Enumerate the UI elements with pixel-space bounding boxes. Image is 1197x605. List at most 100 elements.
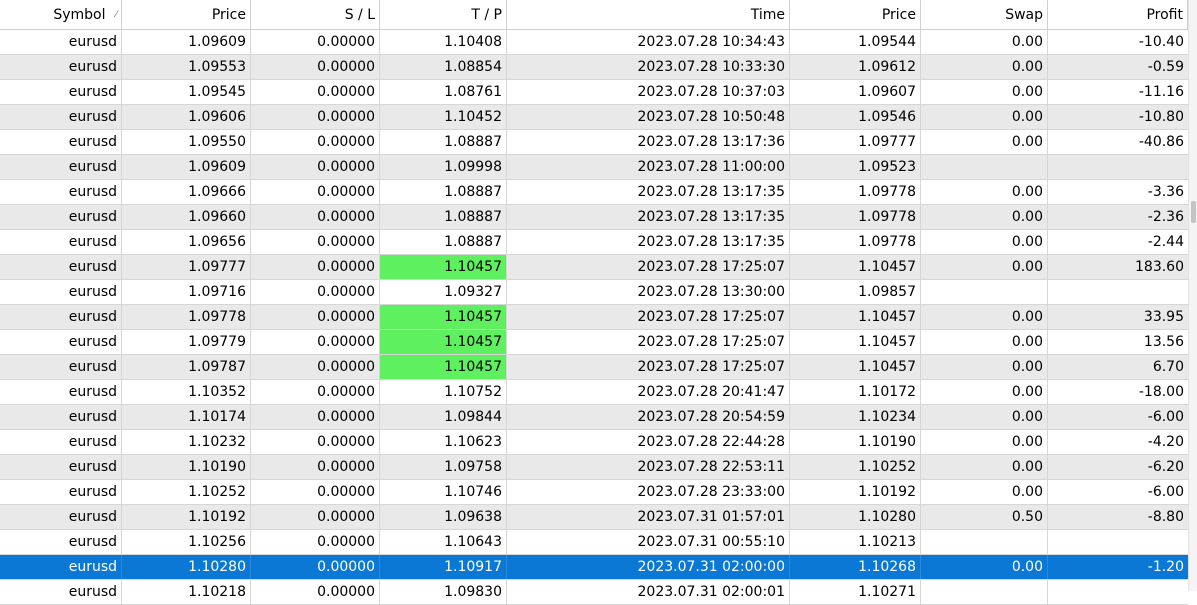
cell-tp: 1.10746 <box>380 480 507 504</box>
cell-swap: 0.00 <box>921 230 1048 254</box>
cell-sl: 0.00000 <box>251 205 380 229</box>
column-header-tp[interactable]: T / P <box>380 0 507 29</box>
cell-swap <box>921 580 1048 604</box>
table-row[interactable]: eurusd 1.09660 0.00000 1.08887 2023.07.28 13… <box>0 205 1188 230</box>
table-row[interactable]: eurusd 1.10218 0.00000 1.09830 2023.07.31 02… <box>0 580 1188 605</box>
cell-swap: 0.00 <box>921 305 1048 329</box>
cell-open-price: 1.10280 <box>122 555 251 579</box>
cell-time: 2023.07.28 13:17:35 <box>507 180 790 204</box>
table-row[interactable]: eurusd 1.09656 0.00000 1.08887 2023.07.28 13… <box>0 230 1188 255</box>
table-row[interactable]: eurusd 1.09609 0.00000 1.10408 2023.07.28 10… <box>0 30 1188 55</box>
cell-time: 2023.07.28 13:17:35 <box>507 230 790 254</box>
cell-time: 2023.07.28 22:53:11 <box>507 455 790 479</box>
table-row[interactable]: eurusd 1.10252 0.00000 1.10746 2023.07.28 23… <box>0 480 1188 505</box>
cell-swap <box>921 155 1048 179</box>
table-row[interactable]: eurusd 1.10232 0.00000 1.10623 2023.07.28 22… <box>0 430 1188 455</box>
cell-swap: 0.00 <box>921 80 1048 104</box>
cell-close-price: 1.09544 <box>790 30 921 54</box>
cell-time: 2023.07.28 22:44:28 <box>507 430 790 454</box>
cell-tp: 1.08854 <box>380 55 507 79</box>
table-row[interactable]: eurusd 1.09778 0.00000 1.10457 2023.07.28 17… <box>0 305 1188 330</box>
table-row[interactable]: eurusd 1.09550 0.00000 1.08887 2023.07.28 13… <box>0 130 1188 155</box>
table-row[interactable]: eurusd 1.10192 0.00000 1.09638 2023.07.31 01… <box>0 505 1188 530</box>
column-header-time[interactable]: Time <box>507 0 790 29</box>
cell-swap: 0.00 <box>921 330 1048 354</box>
column-header-price[interactable]: Price <box>122 0 251 29</box>
cell-symbol: eurusd <box>0 155 122 179</box>
vertical-scrollbar[interactable] <box>1188 0 1197 591</box>
cell-close-price: 1.10192 <box>790 480 921 504</box>
cell-symbol: eurusd <box>0 280 122 304</box>
cell-sl: 0.00000 <box>251 30 380 54</box>
cell-swap: 0.00 <box>921 130 1048 154</box>
cell-profit <box>1048 280 1188 304</box>
table-header: Symbol ⁄ Price S / L T / P Time Price Swa… <box>0 0 1188 30</box>
column-header-close-price[interactable]: Price <box>790 0 921 29</box>
cell-close-price: 1.10457 <box>790 305 921 329</box>
table-row[interactable]: eurusd 1.09609 0.00000 1.09998 2023.07.28 11… <box>0 155 1188 180</box>
cell-open-price: 1.09606 <box>122 105 251 129</box>
cell-close-price: 1.09778 <box>790 205 921 229</box>
cell-close-price: 1.10457 <box>790 330 921 354</box>
column-header-profit[interactable]: Profit <box>1048 0 1188 29</box>
cell-profit: 33.95 <box>1143 309 1184 325</box>
cell-swap: 0.00 <box>921 430 1048 454</box>
cell-swap: 0.00 <box>921 205 1048 229</box>
cell-profit: 183.60 <box>1135 259 1184 275</box>
cell-symbol: eurusd <box>0 55 122 79</box>
cell-swap: 0.00 <box>921 380 1048 404</box>
table-row[interactable]: eurusd 1.09553 0.00000 1.08854 2023.07.28 10… <box>0 55 1188 80</box>
cell-profit: 13.56 <box>1143 334 1184 350</box>
cell-symbol: eurusd <box>0 530 122 554</box>
cell-close-price: 1.09546 <box>790 105 921 129</box>
table-row[interactable]: eurusd 1.09666 0.00000 1.08887 2023.07.28 13… <box>0 180 1188 205</box>
column-header-sl[interactable]: S / L <box>251 0 380 29</box>
table-row[interactable]: eurusd 1.09777 0.00000 1.10457 2023.07.28 17… <box>0 255 1188 280</box>
cell-tp: 1.08761 <box>380 80 507 104</box>
cell-symbol: eurusd <box>0 355 122 379</box>
cell-sl: 0.00000 <box>251 405 380 429</box>
cell-swap: 0.00 <box>921 30 1048 54</box>
cell-symbol: eurusd <box>0 230 122 254</box>
table-row[interactable]: eurusd 1.09545 0.00000 1.08761 2023.07.28 10… <box>0 80 1188 105</box>
cell-symbol: eurusd <box>0 330 122 354</box>
cell-tp: 1.09638 <box>380 505 507 529</box>
cell-open-price: 1.09656 <box>122 230 251 254</box>
cell-symbol: eurusd <box>0 455 122 479</box>
cell-symbol: eurusd <box>0 80 122 104</box>
cell-sl: 0.00000 <box>251 380 380 404</box>
cell-swap: 0.00 <box>921 105 1048 129</box>
cell-tp: 1.08887 <box>380 130 507 154</box>
cell-swap: 0.00 <box>921 180 1048 204</box>
cell-close-price: 1.10172 <box>790 380 921 404</box>
cell-close-price: 1.10457 <box>790 355 921 379</box>
cell-time: 2023.07.28 20:54:59 <box>507 405 790 429</box>
cell-sl: 0.00000 <box>251 455 380 479</box>
cell-open-price: 1.09787 <box>122 355 251 379</box>
table-row[interactable]: eurusd 1.10352 0.00000 1.10752 2023.07.28 20… <box>0 380 1188 405</box>
cell-profit: -8.80 <box>1147 509 1184 525</box>
column-header-symbol[interactable]: Symbol ⁄ <box>0 0 122 29</box>
cell-open-price: 1.10232 <box>122 430 251 454</box>
column-header-swap[interactable]: Swap <box>921 0 1048 29</box>
table-row[interactable]: eurusd 1.09779 0.00000 1.10457 2023.07.28 17… <box>0 330 1188 355</box>
table-row[interactable]: eurusd 1.10174 0.00000 1.09844 2023.07.28 20… <box>0 405 1188 430</box>
table-row[interactable]: eurusd 1.09606 0.00000 1.10452 2023.07.28 10… <box>0 105 1188 130</box>
cell-sl: 0.00000 <box>251 180 380 204</box>
cell-tp: 1.09830 <box>380 580 507 604</box>
table-row[interactable]: eurusd 1.10190 0.00000 1.09758 2023.07.28 22… <box>0 455 1188 480</box>
cell-profit: -4.20 <box>1147 434 1184 450</box>
cell-profit: -11.16 <box>1138 84 1184 100</box>
cell-profit <box>1048 530 1188 554</box>
cell-profit: -6.00 <box>1147 484 1184 500</box>
table-row[interactable]: eurusd 1.10280 0.00000 1.10917 2023.07.31 02… <box>0 555 1188 580</box>
cell-time: 2023.07.28 17:25:07 <box>507 355 790 379</box>
cell-tp: 1.10643 <box>380 530 507 554</box>
table-row[interactable]: eurusd 1.09787 0.00000 1.10457 2023.07.28 17… <box>0 355 1188 380</box>
cell-symbol: eurusd <box>0 105 122 129</box>
cell-sl: 0.00000 <box>251 555 380 579</box>
cell-tp: 1.10457 <box>380 255 507 279</box>
table-row[interactable]: eurusd 1.10256 0.00000 1.10643 2023.07.31 00… <box>0 530 1188 555</box>
table-row[interactable]: eurusd 1.09716 0.00000 1.09327 2023.07.28 13… <box>0 280 1188 305</box>
scrollbar-thumb[interactable] <box>1191 201 1196 223</box>
